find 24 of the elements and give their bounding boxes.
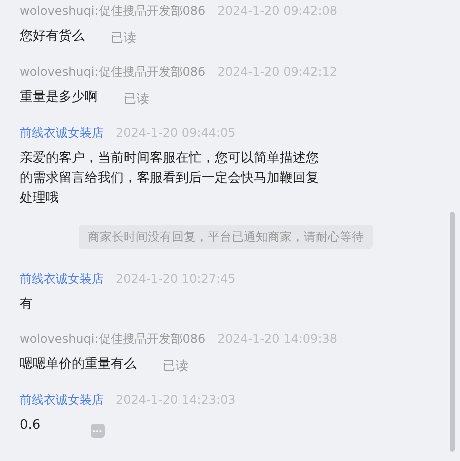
timestamp: 2024-1-20 09:42:08 [218, 3, 338, 19]
message-text: 亲爱的客户，当前时间客服在忙，您可以简单描述您的需求留言给我们，客服看到后一定会快马加鞭回复处理哦 [20, 150, 320, 208]
timestamp: 2024-1-20 09:42:12 [218, 64, 338, 80]
read-status: 已读 [124, 90, 150, 108]
message-text: 您好有货么 [20, 28, 85, 46]
sender-name: woloveshuqi:促佳搜品开发部086 [20, 3, 206, 19]
more-icon[interactable] [90, 424, 105, 438]
timestamp: 2024-1-20 10:27:45 [116, 271, 236, 287]
read-status: 已读 [111, 29, 137, 47]
scrollbar[interactable] [450, 212, 455, 452]
timestamp: 2024-1-20 14:09:38 [218, 331, 338, 347]
message-text: 重量是多少啊 [20, 89, 98, 107]
timestamp: 2024-1-20 09:44:05 [116, 125, 236, 141]
sender-name: 前线衣诚女装店 [20, 392, 104, 408]
sender-name: woloveshuqi:促佳搜品开发部086 [20, 64, 206, 80]
sender-name: 前线衣诚女装店 [20, 125, 104, 141]
timestamp: 2024-1-20 14:23:03 [116, 392, 236, 408]
read-status: 已读 [163, 357, 189, 375]
sender-name: 前线衣诚女装店 [20, 271, 104, 287]
message-text: 0.6 [20, 417, 41, 435]
message-text: 嗯嗯单价的重量有么 [20, 356, 137, 374]
system-notice: 商家长时间没有回复，平台已通知商家，请耐心等待 [79, 225, 373, 249]
sender-name: woloveshuqi:促佳搜品开发部086 [20, 331, 206, 347]
message-text: 有 [20, 296, 33, 314]
